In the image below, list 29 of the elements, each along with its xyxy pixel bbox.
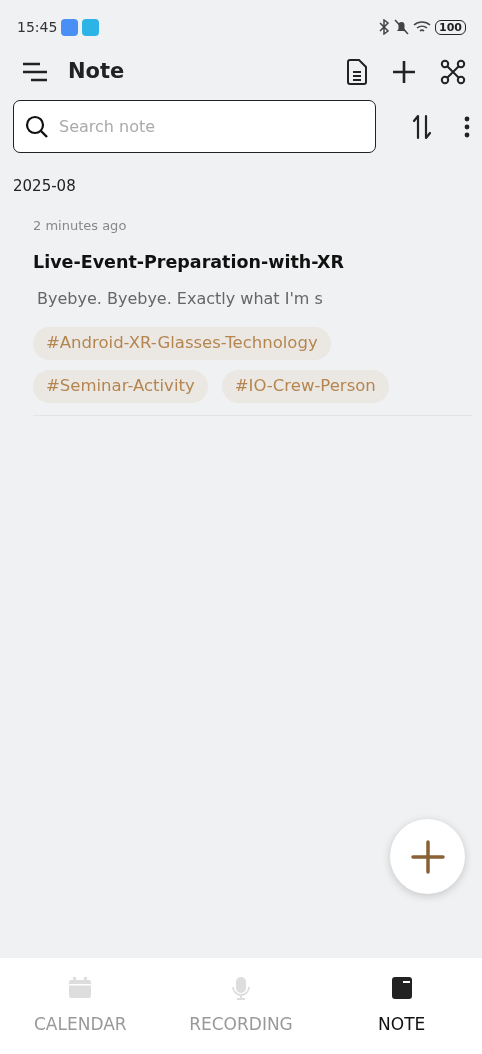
date-heading: 2025-08 [13,176,77,197]
note-preview: Byebye. Byebye. Exactly what I'm s [37,288,324,311]
status-time: 15:45 [17,17,58,37]
menu-icon [22,62,48,82]
more-icon [464,115,470,138]
search-field[interactable]: Search note [13,100,376,153]
nav-tab[interactable]: NOTE [321,958,482,1054]
plus-icon [392,60,416,84]
search-icon [25,115,49,139]
wifi-icon [413,20,432,34]
document-icon [346,59,368,85]
recording-icon [229,976,253,1000]
page-title: Note [68,58,125,86]
bluetooth-icon [378,19,391,35]
note-title[interactable]: Live-Event-Preparation-with-XR [33,249,472,276]
add-note-button[interactable] [390,819,465,894]
note-time: 2 minutes ago [33,216,128,235]
tag-chip[interactable]: #IO-Crew-Person [221,370,389,403]
nav-tab[interactable]: RECORDING [160,958,322,1054]
network-icon [440,59,466,85]
bell-off-icon [394,19,410,35]
battery-level: 100 [435,19,466,35]
sort-icon [412,113,432,140]
note-icon [389,976,414,1000]
nav-tab[interactable]: CALENDAR [0,958,161,1054]
tag-chip[interactable]: #Seminar-Activity [33,370,208,403]
calendar-icon [68,976,93,1000]
plus-icon [410,839,445,874]
tag-chip[interactable]: #Android-XR-Glasses-Technology [33,327,331,360]
